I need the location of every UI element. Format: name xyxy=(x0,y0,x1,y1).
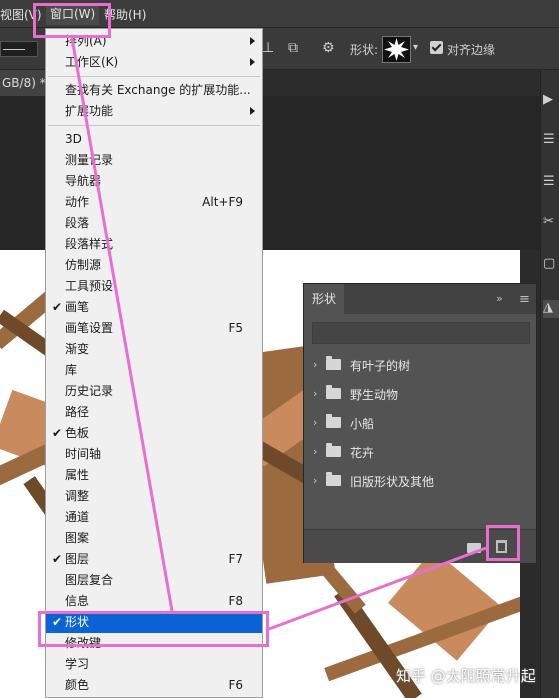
annotation-lines xyxy=(70,37,487,631)
watermark: 知乎 @太阳照常升起 xyxy=(396,667,536,685)
